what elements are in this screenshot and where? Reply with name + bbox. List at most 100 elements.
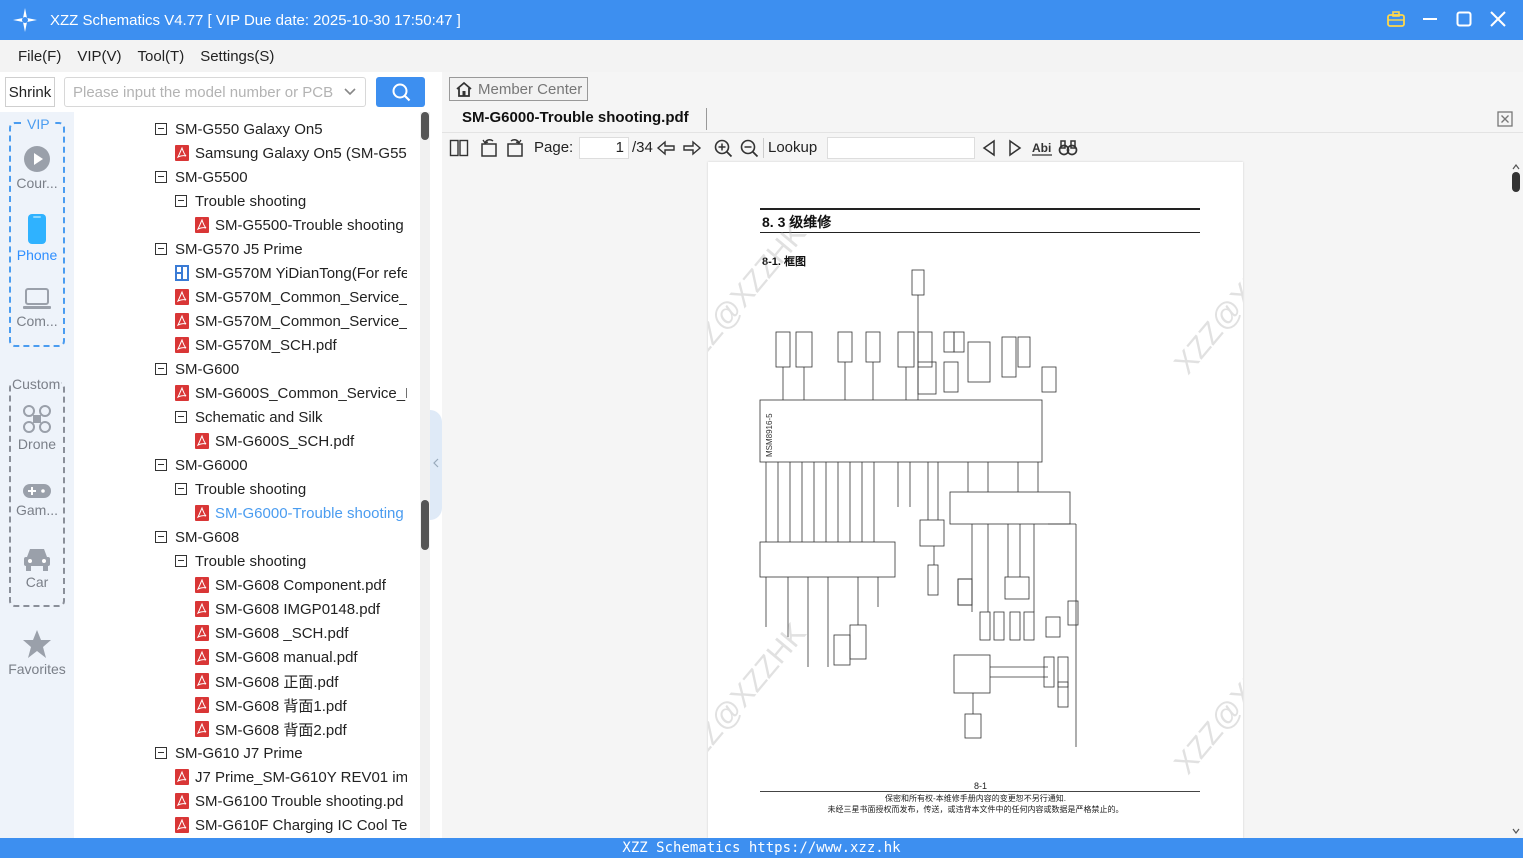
collapse-toggle-icon[interactable] — [155, 123, 167, 135]
category-label: Favorites — [8, 661, 66, 677]
page-number-input[interactable]: 1 — [579, 137, 629, 159]
tree-file[interactable]: SM-G600S_SCH.pdf — [195, 429, 354, 453]
tree-file[interactable]: SM-G6000-Trouble shooting — [195, 501, 404, 525]
watermark: XZZ@XZZHK — [1168, 217, 1243, 381]
collapse-toggle-icon[interactable] — [155, 363, 167, 375]
tree-file[interactable]: Samsung Galaxy On5 (SM-G550 — [175, 141, 407, 165]
tree-file[interactable]: SM-G570M_Common_Service_F — [175, 285, 407, 309]
category-courses[interactable]: Cour... — [0, 145, 74, 191]
tree-scrollbar-thumb[interactable] — [421, 112, 429, 140]
tree-folder[interactable]: Trouble shooting — [175, 189, 306, 213]
tree-folder[interactable]: SM-G6000 — [155, 453, 248, 477]
close-document-icon[interactable] — [1497, 111, 1513, 127]
scroll-down-arrow-icon[interactable] — [1512, 828, 1520, 834]
lookup-input[interactable] — [827, 137, 975, 159]
briefcase-icon[interactable] — [1385, 8, 1407, 30]
two-page-view-icon[interactable] — [449, 138, 469, 158]
shrink-button[interactable]: Shrink — [5, 77, 55, 107]
chevron-down-icon[interactable] — [343, 85, 357, 99]
document-scrollbar-thumb[interactable] — [1512, 172, 1520, 192]
menu-vip[interactable]: VIP(V) — [77, 48, 121, 65]
tree-file[interactable]: J7 Prime_SM-G610Y REV01 imag — [175, 765, 407, 789]
category-computer[interactable]: Com... — [0, 287, 74, 329]
close-button[interactable] — [1487, 8, 1509, 30]
collapse-toggle-icon[interactable] — [175, 195, 187, 207]
collapse-toggle-icon[interactable] — [155, 459, 167, 471]
model-search-input[interactable] — [65, 78, 335, 106]
category-favorites[interactable]: Favorites — [0, 629, 74, 677]
rotate-left-icon[interactable] — [479, 138, 499, 158]
document-scrollbar[interactable] — [1509, 162, 1523, 838]
collapse-toggle-icon[interactable] — [155, 243, 167, 255]
tree-folder[interactable]: SM-G5500 — [155, 165, 248, 189]
zoom-out-icon[interactable] — [739, 138, 759, 158]
lookup-previous-icon[interactable] — [979, 138, 999, 158]
pdf-file-icon — [175, 769, 189, 785]
collapse-toggle-icon[interactable] — [155, 747, 167, 759]
zoom-in-icon[interactable] — [713, 138, 733, 158]
tree-folder[interactable]: SM-G610 J7 Prime — [155, 741, 303, 765]
next-page-icon[interactable] — [682, 138, 702, 158]
collapse-toggle-icon[interactable] — [155, 531, 167, 543]
pdf-file-icon — [195, 505, 209, 521]
pdf-rule-top — [760, 208, 1200, 210]
home-icon — [456, 81, 472, 97]
tree-item-label: SM-G608 _SCH.pdf — [215, 624, 349, 642]
tree-file[interactable]: SM-G610F Charging IC Cool Tes — [175, 813, 407, 837]
tree-folder[interactable]: SM-G600 — [155, 357, 239, 381]
tree-folder[interactable]: SM-G570 J5 Prime — [155, 237, 303, 261]
menu-tool[interactable]: Tool(T) — [138, 48, 185, 65]
status-bar: XZZ Schematics https://www.xzz.hk — [0, 838, 1523, 858]
category-phone[interactable]: Phone — [0, 213, 74, 263]
member-center-button[interactable]: Member Center — [449, 77, 588, 101]
collapse-toggle-icon[interactable] — [175, 411, 187, 423]
tree-file[interactable]: SM-G570M YiDianTong(For refe — [175, 261, 407, 285]
custom-group-label: Custom — [11, 376, 62, 392]
tree-file[interactable]: SM-G608 正面.pdf — [195, 669, 338, 693]
menu-settings[interactable]: Settings(S) — [200, 48, 274, 65]
tree-file[interactable]: SM-G570M_SCH.pdf — [175, 333, 337, 357]
tree-folder[interactable]: SM-G550 Galaxy On5 — [155, 117, 323, 141]
lookup-next-icon[interactable] — [1005, 138, 1025, 158]
tree-file[interactable]: SM-G600S_Common_Service_Fu — [175, 381, 407, 405]
panel-collapse-handle[interactable] — [430, 410, 442, 520]
category-drone[interactable]: Drone — [0, 404, 74, 452]
find-all-icon[interactable] — [1058, 138, 1078, 158]
tree-file[interactable]: SM-G608 manual.pdf — [195, 645, 358, 669]
collapse-toggle-icon[interactable] — [175, 483, 187, 495]
tree-item-label: SM-G608 背面2.pdf — [215, 721, 347, 739]
tree-file[interactable]: SM-G608 Component.pdf — [195, 573, 386, 597]
menu-file[interactable]: File(F) — [18, 48, 61, 65]
pdf-file-icon — [195, 697, 209, 713]
tree-folder[interactable]: Trouble shooting — [175, 477, 306, 501]
document-tab[interactable]: SM-G6000-Trouble shooting.pdf — [462, 109, 689, 126]
tree-item-label: SM-G600S_SCH.pdf — [215, 432, 355, 450]
scroll-up-arrow-icon[interactable] — [1512, 164, 1520, 170]
tree-file[interactable]: SM-G608 _SCH.pdf — [195, 621, 348, 645]
maximize-button[interactable] — [1453, 8, 1475, 30]
tree-file[interactable]: SM-G608 IMGP0148.pdf — [195, 597, 380, 621]
category-car[interactable]: Car — [0, 546, 74, 590]
tree-folder[interactable]: Schematic and Silk — [175, 405, 323, 429]
minimize-button[interactable] — [1419, 8, 1441, 30]
collapse-toggle-icon[interactable] — [175, 555, 187, 567]
tree-file[interactable]: SM-G608 背面2.pdf — [195, 717, 347, 741]
model-search-combo[interactable] — [64, 77, 366, 107]
pdf-page[interactable]: 8. 3 级维修 8-1. 框图 MSM8916-5 XZZ@XZZHK XZZ… — [708, 162, 1243, 838]
tree-folder[interactable]: Trouble shooting — [175, 549, 306, 573]
tree-file[interactable]: SM-G570M_Common_Service_F — [175, 309, 407, 333]
tree-file[interactable]: SM-G5500-Trouble shooting — [195, 213, 404, 237]
tree-scrollbar-thumb-lower[interactable] — [421, 500, 429, 550]
category-games[interactable]: Gam... — [0, 482, 74, 518]
tree-file[interactable]: SM-G608 背面1.pdf — [195, 693, 347, 717]
member-center-label: Member Center — [478, 80, 583, 98]
previous-page-icon[interactable] — [656, 138, 676, 158]
rotate-right-icon[interactable] — [505, 138, 525, 158]
tree-file[interactable]: SM-G6100 Trouble shooting.pd — [175, 789, 403, 813]
search-button[interactable] — [376, 77, 425, 107]
tree-item-label: Schematic and Silk — [195, 408, 323, 426]
match-case-icon[interactable]: Abi — [1031, 138, 1053, 158]
collapse-toggle-icon[interactable] — [155, 171, 167, 183]
tree-scrollbar[interactable] — [420, 112, 430, 838]
tree-folder[interactable]: SM-G608 — [155, 525, 239, 549]
